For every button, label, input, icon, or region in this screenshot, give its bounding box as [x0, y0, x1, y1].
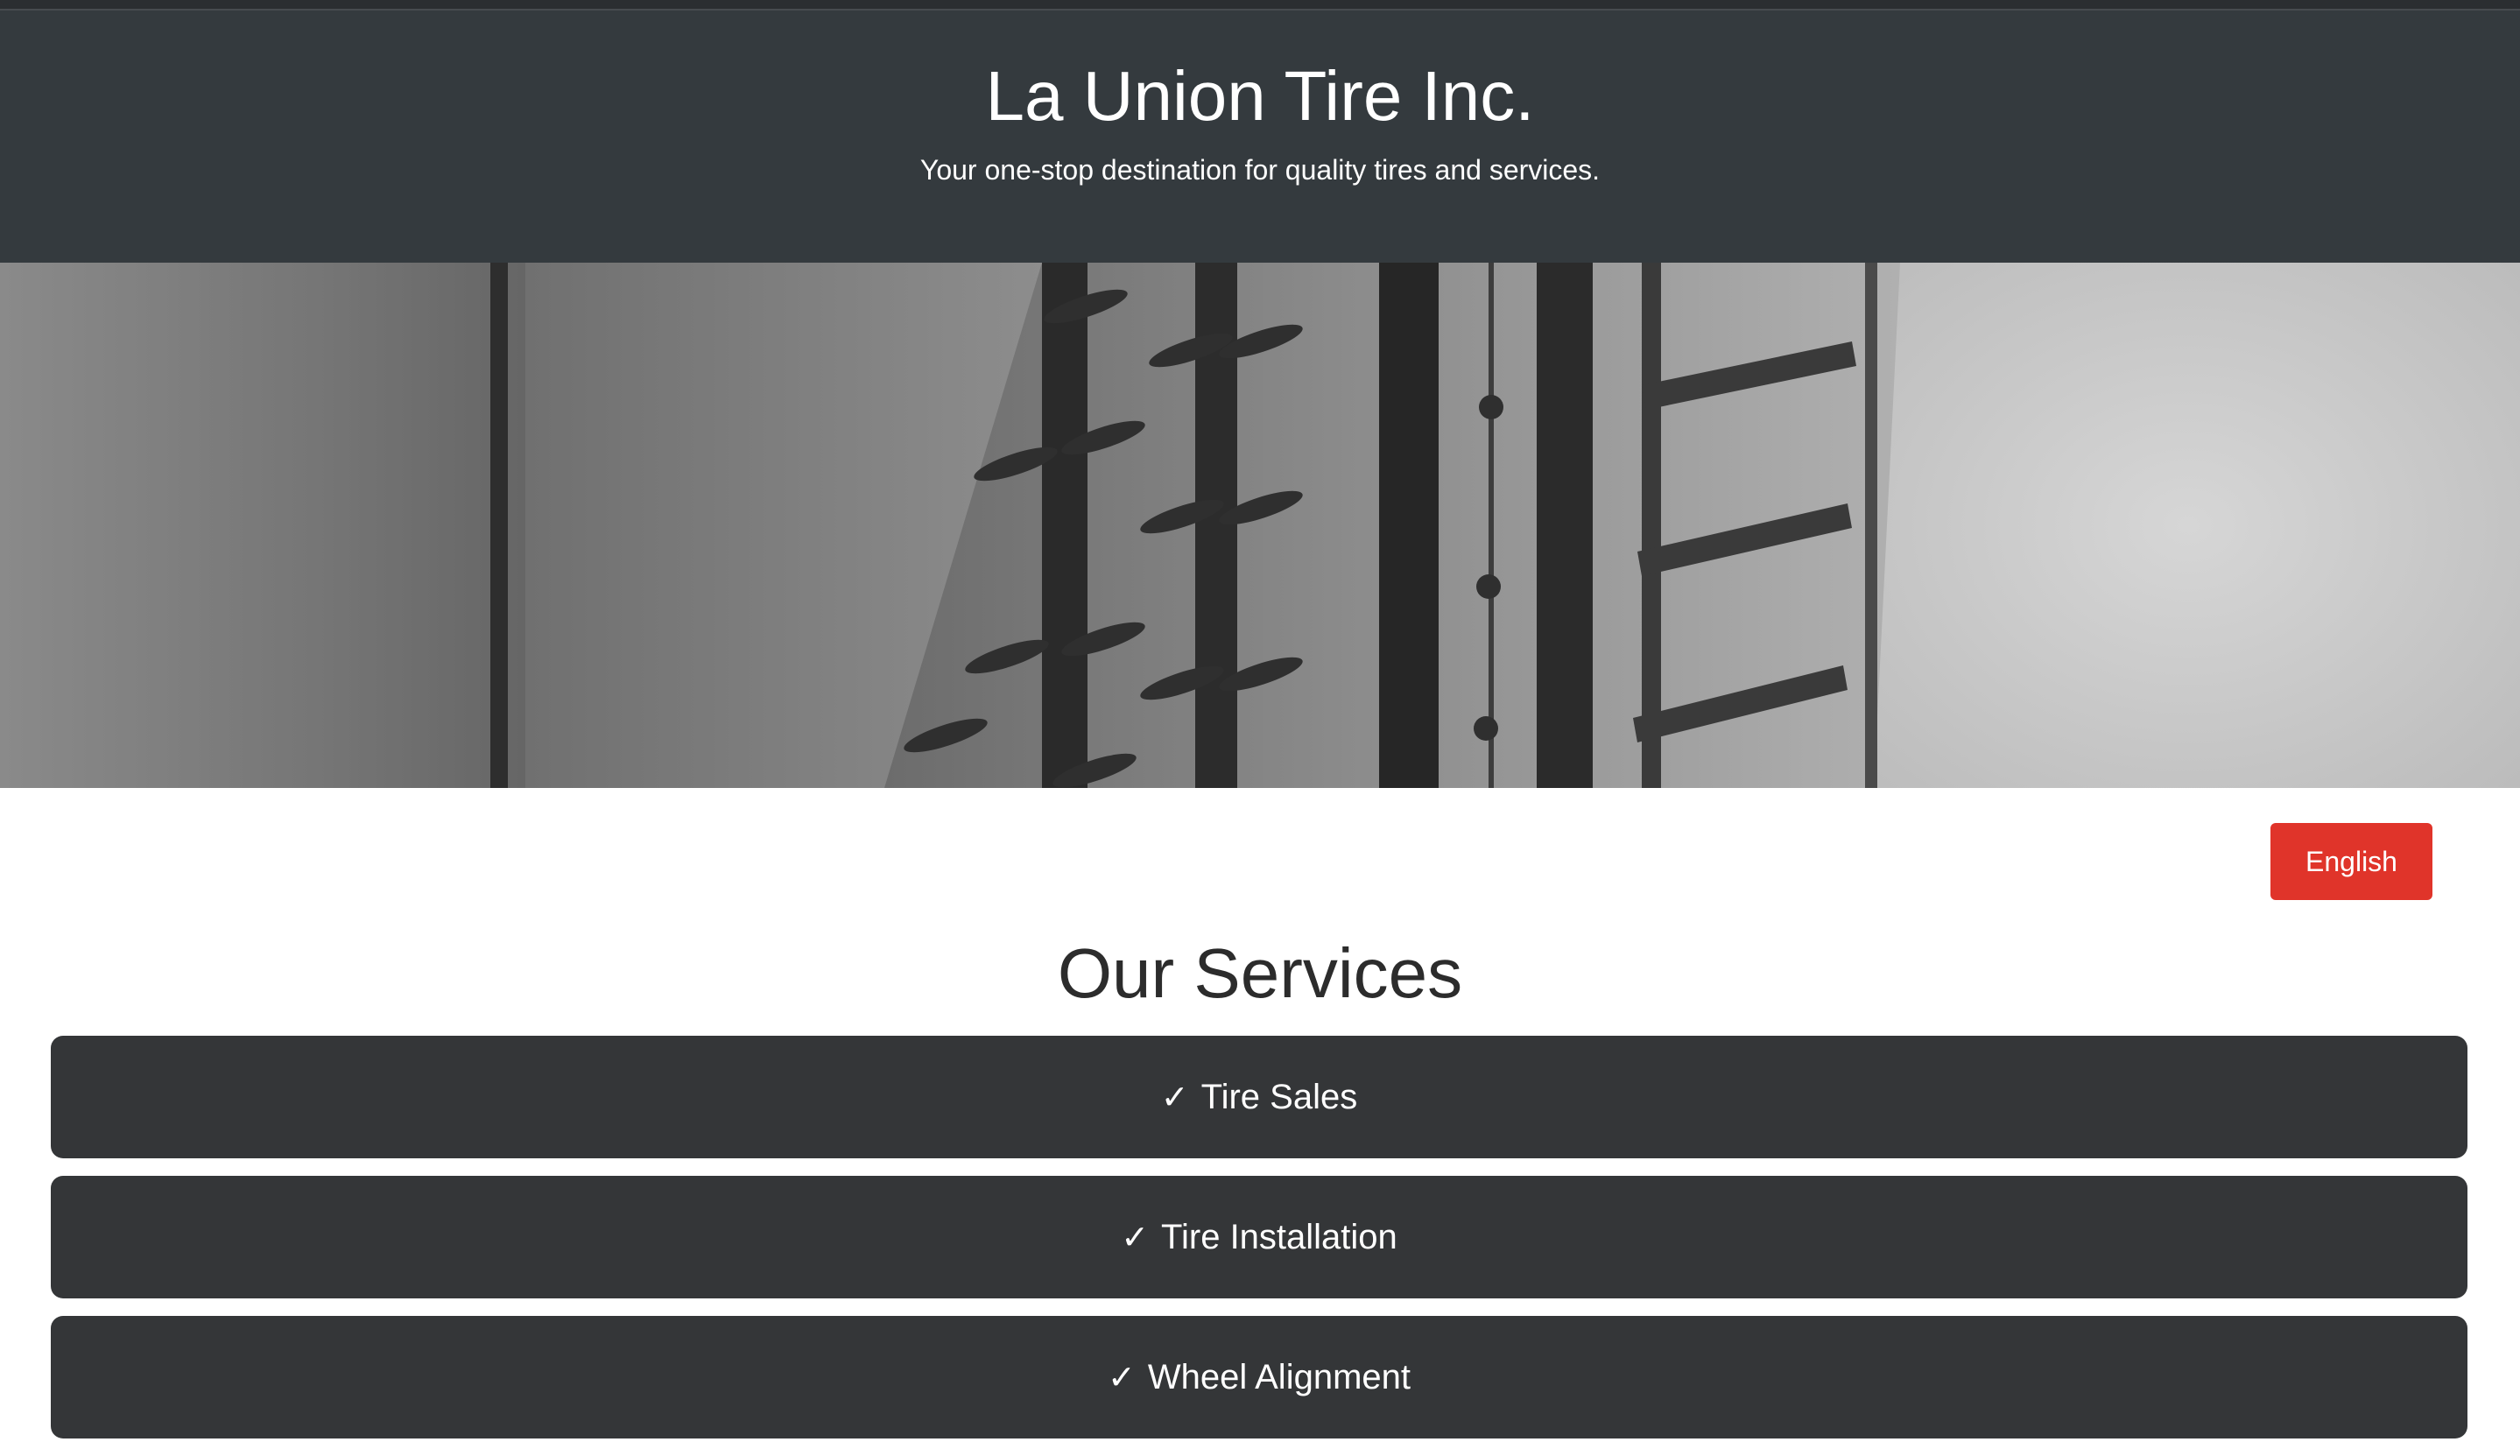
hero-tire-image — [0, 263, 2520, 788]
site-header: La Union Tire Inc. Your one-stop destina… — [0, 11, 2520, 263]
services-list: ✓ Tire Sales ✓ Tire Installation ✓ Wheel Al… — [51, 1036, 2467, 1456]
language-button[interactable]: English — [2270, 823, 2432, 900]
top-border — [0, 0, 2520, 11]
services-heading: Our Services — [1057, 934, 1463, 1012]
service-item-wheel-alignment[interactable]: ✓ Wheel Alignment — [51, 1316, 2467, 1438]
site-tagline: Your one-stop destination for quality ti… — [919, 154, 1601, 186]
checkmark-icon: ✓ — [1108, 1358, 1136, 1396]
checkmark-icon: ✓ — [1160, 1078, 1189, 1116]
service-label: Tire Sales — [1200, 1078, 1358, 1116]
service-label: Wheel Alignment — [1147, 1358, 1411, 1396]
tire-tread-photo — [0, 263, 2520, 788]
site-title: La Union Tire Inc. — [985, 57, 1535, 135]
service-item-tire-installation[interactable]: ✓ Tire Installation — [51, 1176, 2467, 1298]
service-label: Tire Installation — [1161, 1218, 1397, 1256]
checkmark-icon: ✓ — [1121, 1218, 1150, 1256]
service-item-tire-sales[interactable]: ✓ Tire Sales — [51, 1036, 2467, 1158]
